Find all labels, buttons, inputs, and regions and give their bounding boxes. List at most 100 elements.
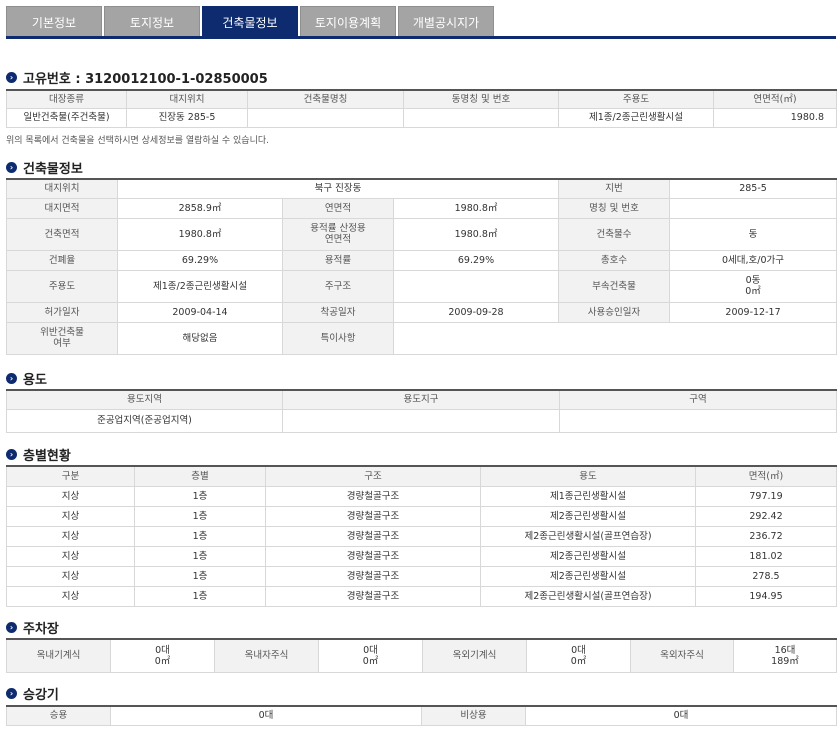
elevator-table: 승용 0대 비상용 0대 (6, 705, 837, 726)
value: 2009-09-28 (392, 301, 560, 323)
label-line: 위반건축물 (40, 327, 84, 338)
label: 주구조 (282, 269, 394, 303)
cell: 1층 (134, 485, 266, 507)
col-header: 구조 (265, 465, 481, 487)
section-title: 층별현황 (23, 449, 71, 464)
value: 69.29% (392, 249, 560, 271)
chevron-right-icon: › (6, 373, 17, 384)
label: 건축물수 (558, 217, 671, 251)
col-header: 면적(㎡) (695, 465, 837, 487)
value-line: 189㎡ (771, 655, 799, 667)
value-line: 0대 (155, 644, 170, 656)
table-row: 지상 1층 경량철골구조 제2종근린생활시설 278.5 (6, 565, 837, 587)
value: 1980.8㎡ (392, 197, 560, 219)
cell: 제2종근린생활시설(골프연습장) (480, 585, 696, 607)
cell-dong-name (403, 107, 559, 128)
value: 0대 (110, 705, 422, 726)
cell-zone (559, 408, 837, 433)
cell-building-name (247, 107, 404, 128)
value: 0대 (525, 705, 837, 726)
selection-note: 위의 목록에서 건축물을 선택하시면 상세정보를 열람하실 수 있습니다. (6, 136, 270, 146)
value: 해당없음 (117, 321, 283, 355)
table-row: 지상 1층 경량철골구조 제2종근린생활시설(골프연습장) 236.72 (6, 525, 837, 547)
cell: 지상 (6, 545, 135, 567)
label: 대지위치 (6, 178, 118, 199)
cell: 1층 (134, 565, 266, 587)
label: 비상용 (421, 705, 526, 726)
col-header: 구분 (6, 465, 135, 487)
value: 0대 0㎡ (318, 638, 423, 673)
label: 특이사항 (282, 321, 394, 355)
label: 지번 (558, 178, 671, 199)
section-floors: › 층별현황 (6, 445, 71, 464)
col-header: 구역 (559, 389, 837, 410)
label: 승용 (6, 705, 111, 726)
tab-basic-info[interactable]: 기본정보 (6, 6, 102, 37)
value: 북구 진장동 (116, 178, 560, 199)
section-title: 건축물정보 (23, 162, 83, 177)
col-header: 대장종류 (6, 89, 127, 109)
cell: 292.42 (695, 505, 837, 527)
section-building-info: › 건축물정보 (6, 158, 83, 177)
tab-underline (6, 36, 836, 39)
label: 사용승인일자 (558, 301, 671, 323)
section-title: 고유번호 : 3120012100-1-02850005 (23, 72, 268, 87)
value-line: 16대 (774, 644, 796, 656)
cell: 797.19 (695, 485, 837, 507)
floors-table: 구분 층별 구조 용도 면적(㎡) 지상 1층 경량철골구조 제1종근린생활시설… (6, 465, 837, 607)
cell: 236.72 (695, 525, 837, 547)
cell: 지상 (6, 525, 135, 547)
cell-use-area: 준공업지역(준공업지역) (6, 408, 283, 433)
label: 주용도 (6, 269, 118, 303)
cell: 181.02 (695, 545, 837, 567)
chevron-right-icon: › (6, 622, 17, 633)
tab-bar: 기본정보 토지정보 건축물정보 토지이용계획 개별공시지가 (6, 6, 494, 37)
label-line: 연면적 (324, 234, 352, 245)
cell: 278.5 (695, 565, 837, 587)
tab-official-land-price[interactable]: 개별공시지가 (398, 6, 494, 37)
value: 2858.9㎡ (117, 197, 283, 219)
value: 2009-12-17 (669, 301, 838, 323)
table-row: 지상 1층 경량철골구조 제2종근린생활시설 292.42 (6, 505, 837, 527)
value (392, 321, 838, 355)
cell: 경량철골구조 (265, 505, 481, 527)
chevron-right-icon: › (6, 162, 17, 173)
value-line: 0㎡ (745, 286, 761, 297)
section-usage: › 용도 (6, 369, 47, 388)
tab-land-info[interactable]: 토지정보 (104, 6, 200, 37)
cell: 194.95 (695, 585, 837, 607)
col-header: 연면적(㎡) (713, 89, 837, 109)
table-row: 지상 1층 경량철골구조 제1종근린생활시설 797.19 (6, 485, 837, 507)
section-title: 주차장 (23, 622, 59, 637)
cell: 제1종근린생활시설 (480, 485, 696, 507)
parking-table: 옥내기계식 0대 0㎡ 옥내자주식 0대 0㎡ 옥외기계식 0대 0㎡ 옥외자주식 1… (6, 638, 837, 673)
value: 16대 189㎡ (733, 638, 837, 673)
value: 69.29% (117, 249, 283, 271)
cell: 지상 (6, 485, 135, 507)
cell-register-type: 일반건축물(주건축물) (6, 107, 127, 128)
cell: 경량철골구조 (265, 585, 481, 607)
section-unique-number: › 고유번호 : 3120012100-1-02850005 (6, 68, 268, 87)
label: 옥외기계식 (422, 638, 527, 673)
cell: 지상 (6, 585, 135, 607)
section-title: 승강기 (23, 688, 59, 703)
label: 총호수 (558, 249, 671, 271)
label: 건축면적 (6, 217, 118, 251)
col-header: 대지위치 (126, 89, 248, 109)
value: 2009-04-14 (117, 301, 283, 323)
cell: 제2종근린생활시설 (480, 505, 696, 527)
table-row[interactable]: 일반건축물(주건축물) 진장동 285-5 제1종/2종근린생활시설 1980.… (6, 107, 837, 128)
cell: 지상 (6, 565, 135, 587)
label: 연면적 (282, 197, 394, 219)
label: 착공일자 (282, 301, 394, 323)
chevron-right-icon: › (6, 449, 17, 460)
cell: 경량철골구조 (265, 565, 481, 587)
tab-land-use-plan[interactable]: 토지이용계획 (300, 6, 396, 37)
value: 0대 0㎡ (526, 638, 631, 673)
cell: 제2종근린생활시설 (480, 545, 696, 567)
value (669, 197, 838, 219)
value-line: 0㎡ (154, 655, 171, 667)
tab-building-info[interactable]: 건축물정보 (202, 6, 298, 37)
label: 대지면적 (6, 197, 118, 219)
cell-site-location: 진장동 285-5 (126, 107, 248, 128)
